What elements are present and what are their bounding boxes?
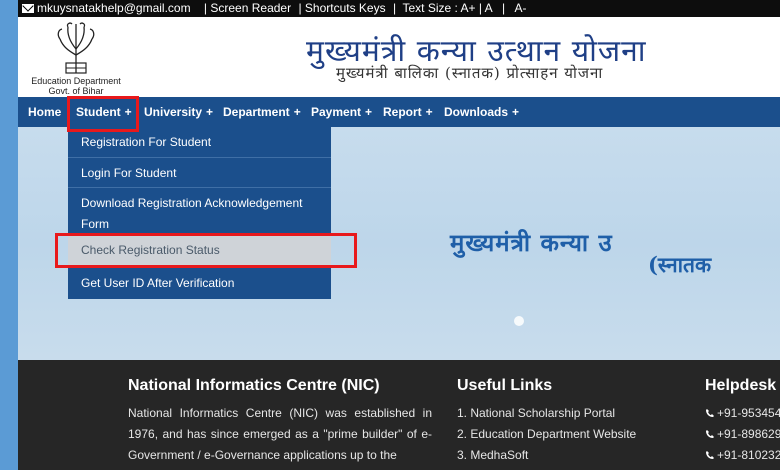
page: mkuysnatakhelp@gmail.com | Screen Reader…: [18, 0, 780, 470]
education-department-logo[interactable]: Education Department Govt. of Bihar: [24, 21, 128, 96]
nav-label: Department: [223, 105, 290, 119]
helpdesk-phone[interactable]: +91-898629: [705, 424, 780, 445]
logo-dept-name: Education Department: [31, 76, 121, 86]
text-size-controls[interactable]: | Text Size : A+ | A | A-: [393, 1, 527, 15]
shortcuts-link[interactable]: | Shortcuts Keys: [298, 1, 385, 15]
phone-number: +91-898629: [717, 427, 780, 441]
helpdesk-phone[interactable]: +91-810232: [705, 445, 780, 466]
footer-nic-text: National Informatics Centre (NIC) was es…: [128, 406, 432, 462]
scheme-subtitle: मुख्यमंत्री बालिका (स्नातक) प्रोत्साहन य…: [336, 64, 604, 82]
nav-label: Payment: [311, 105, 362, 119]
nav-home[interactable]: Home: [28, 97, 61, 127]
menu-item-login[interactable]: Login For Student: [68, 158, 331, 188]
helpdesk-phone[interactable]: +91-953454: [705, 403, 780, 424]
bodhi-tree-emblem-icon: [57, 22, 95, 74]
check-status-highlight: [55, 233, 357, 268]
hero-title-line2: (स्नातक: [648, 252, 712, 277]
link-scholarship-portal[interactable]: 1. National Scholarship Portal: [457, 403, 636, 424]
phone-icon: [706, 430, 714, 438]
expand-plus-icon: +: [512, 105, 520, 119]
link-medhasoft[interactable]: 3. MedhaSoft: [457, 445, 636, 466]
phone-icon: [706, 451, 714, 459]
student-dropdown-menu: Registration For Student Login For Stude…: [68, 127, 331, 299]
student-menu-highlight: [67, 96, 139, 132]
nav-department[interactable]: Department +: [223, 97, 301, 127]
logo-govt-name: Govt. of Bihar: [48, 86, 104, 96]
footer-helpdesk-title: Helpdesk: [705, 377, 777, 394]
site-footer: National Informatics Centre (NIC) Nation…: [18, 360, 780, 470]
expand-plus-icon: +: [425, 105, 433, 119]
expand-plus-icon: +: [206, 105, 214, 119]
nav-university[interactable]: University +: [144, 97, 213, 127]
nav-label: University: [144, 105, 203, 119]
nav-label: Home: [28, 105, 62, 119]
link-education-website[interactable]: 2. Education Department Website: [457, 424, 636, 445]
helpdesk-phone-list: +91-953454 +91-898629 +91-810232: [705, 403, 780, 466]
mail-icon: [22, 4, 34, 13]
expand-plus-icon: +: [293, 105, 301, 119]
phone-number: +91-953454: [717, 406, 780, 420]
expand-plus-icon: +: [365, 105, 373, 119]
nav-label: Report: [383, 105, 422, 119]
email-link[interactable]: mkuysnatakhelp@gmail.com: [37, 1, 191, 15]
carousel-dot[interactable]: [514, 316, 524, 326]
nav-report[interactable]: Report +: [383, 97, 433, 127]
nav-label: Downloads: [444, 105, 509, 119]
nav-downloads[interactable]: Downloads +: [444, 97, 519, 127]
left-edge-strip: [0, 0, 18, 470]
screen-reader-link[interactable]: | Screen Reader: [204, 1, 291, 15]
site-header: Education Department Govt. of Bihar मुख्…: [18, 17, 780, 97]
hero-title-line1: मुख्यमंत्री कन्या उ: [450, 228, 613, 257]
top-utility-bar: mkuysnatakhelp@gmail.com | Screen Reader…: [18, 0, 780, 17]
footer-links-title: Useful Links: [457, 377, 553, 394]
menu-item-get-user-id[interactable]: Get User ID After Verification: [68, 267, 331, 299]
footer-nic-title: National Informatics Centre (NIC): [128, 377, 380, 394]
phone-icon: [706, 409, 714, 417]
nav-payment[interactable]: Payment +: [311, 97, 372, 127]
phone-number: +91-810232: [717, 448, 780, 462]
useful-links-list: 1. National Scholarship Portal 2. Educat…: [457, 403, 636, 466]
menu-item-download-ack[interactable]: Download Registration Acknowledgement Fo…: [68, 188, 331, 234]
